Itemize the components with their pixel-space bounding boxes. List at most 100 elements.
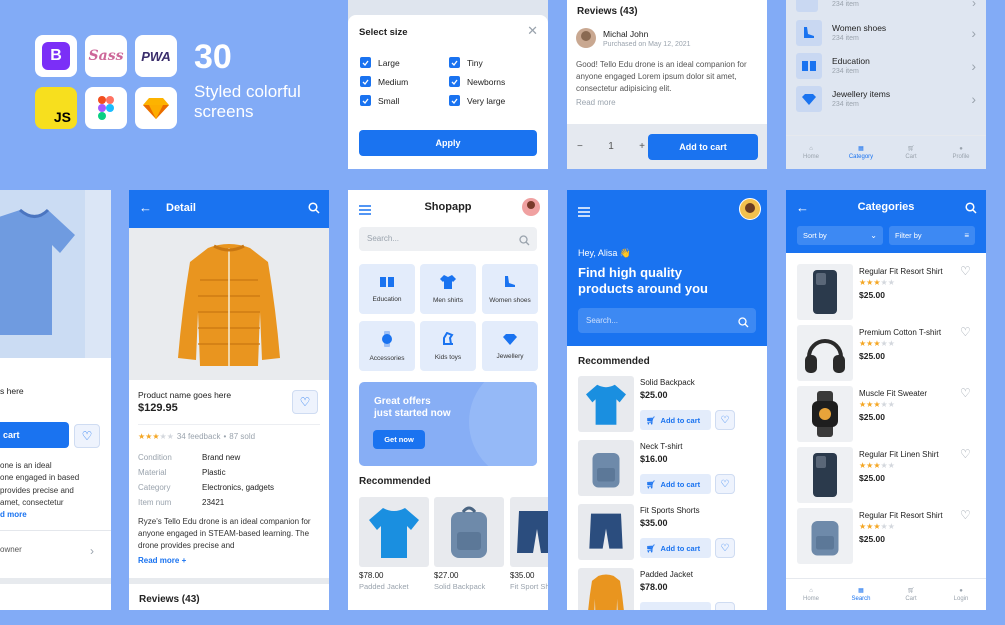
- back-arrow-icon[interactable]: ←: [139, 200, 152, 215]
- category-name: Women shoes: [832, 23, 887, 33]
- checkbox-checked-icon[interactable]: [449, 95, 460, 106]
- wishlist-button[interactable]: ♡: [74, 424, 100, 448]
- menu-icon[interactable]: [578, 204, 590, 222]
- headphones-illustration: [805, 339, 845, 373]
- nav-cart[interactable]: 🛒︎ Cart: [886, 136, 936, 169]
- nav-label: Home: [802, 153, 819, 160]
- shopapp-screen: Shopapp Search... Education Men shirts W…: [348, 190, 548, 610]
- offer-text: Great offers just started now: [374, 396, 451, 420]
- wishlist-button[interactable]: [715, 602, 735, 610]
- nav-home[interactable]: ⌂ Home: [786, 136, 836, 169]
- category-row[interactable]: 234 item ›: [786, 0, 986, 16]
- detail-title: Detail: [166, 202, 196, 214]
- heart-icon[interactable]: ♡: [960, 386, 971, 400]
- list-item[interactable]: Regular Fit Linen Shirt ★★★★★ $25.00 ♡: [786, 447, 986, 505]
- search-icon[interactable]: [308, 201, 320, 219]
- chevron-right-icon[interactable]: ›: [90, 544, 94, 558]
- product-card-image[interactable]: [359, 497, 429, 567]
- heart-icon[interactable]: ♡: [960, 325, 971, 339]
- spec-row: Category Electronics, gadgets: [138, 480, 274, 495]
- book-icon: [796, 53, 822, 79]
- checkbox-checked-icon[interactable]: [360, 57, 371, 68]
- nav-home[interactable]: ⌂ Home: [786, 579, 836, 610]
- size-option[interactable]: Small: [360, 95, 408, 106]
- avatar[interactable]: [739, 198, 761, 220]
- minus-icon[interactable]: −: [577, 141, 583, 152]
- category-count: 234 item: [832, 1, 859, 8]
- nav-category[interactable]: ▦ Category: [836, 136, 886, 169]
- avatar: [576, 28, 596, 48]
- size-option[interactable]: Very large: [449, 95, 505, 106]
- spec-label: Condition: [138, 453, 172, 462]
- add-to-cart-button[interactable]: Add to cart: [648, 134, 758, 160]
- add-to-cart-button[interactable]: 🛒︎ Add to cart: [640, 538, 711, 558]
- sort-dropdown[interactable]: Sort by ⌄: [797, 226, 883, 245]
- backpack-illustration: [592, 453, 620, 488]
- list-item[interactable]: Regular Fit Resort Shirt ★★★★★ $25.00 ♡: [786, 508, 986, 566]
- add-to-cart-button[interactable]: 🛒︎ Add to cart: [640, 474, 711, 494]
- checkbox-checked-icon[interactable]: [360, 76, 371, 87]
- list-item[interactable]: Fit Sports Shorts $35.00 🛒︎ Add to cart ♡: [567, 504, 767, 564]
- category-tile[interactable]: Jewellery: [482, 321, 538, 371]
- size-option[interactable]: Large: [360, 57, 408, 68]
- wishlist-button[interactable]: ♡: [715, 410, 735, 430]
- list-item[interactable]: Regular Fit Resort Shirt ★★★★★ $25.00 ♡: [786, 264, 986, 322]
- product-card-image[interactable]: [510, 497, 548, 567]
- read-more-link[interactable]: d more: [0, 509, 79, 521]
- nav-login[interactable]: ● Login: [936, 579, 986, 610]
- nav-search[interactable]: ▦ Search: [836, 579, 886, 610]
- checkbox-checked-icon[interactable]: [449, 57, 460, 68]
- size-modal-screen: Select size ✕ Large Medium Small Tiny Ne…: [348, 0, 548, 169]
- nav-cart[interactable]: 🛒︎ Cart: [886, 579, 936, 610]
- filter-dropdown[interactable]: Filter by ≡: [889, 226, 975, 245]
- size-option[interactable]: Newborns: [449, 76, 505, 87]
- category-tile[interactable]: Men shirts: [420, 264, 476, 314]
- list-item[interactable]: Padded Jacket $78.00: [567, 568, 767, 610]
- heart-icon: ♡: [720, 542, 730, 554]
- wishlist-button[interactable]: ♡: [715, 538, 735, 558]
- heart-icon[interactable]: ♡: [960, 264, 971, 278]
- list-item[interactable]: Solid Backpack $25.00 🛒︎ Add to cart ♡: [567, 376, 767, 436]
- tshirt-illustration: [586, 384, 626, 425]
- category-tile[interactable]: Education: [359, 264, 415, 314]
- heart-icon[interactable]: ♡: [960, 447, 971, 461]
- plus-icon[interactable]: +: [639, 141, 645, 152]
- quantity-stepper[interactable]: − 1 +: [577, 134, 645, 159]
- add-to-cart-button[interactable]: cart: [0, 422, 69, 448]
- category-row[interactable]: Education 234 item ›: [786, 51, 986, 81]
- category-row[interactable]: Women shoes 234 item ›: [786, 18, 986, 48]
- avatar[interactable]: [522, 198, 540, 216]
- search-input[interactable]: Search...: [359, 227, 537, 251]
- search-icon[interactable]: [965, 201, 977, 219]
- read-more-link[interactable]: Read more +: [138, 556, 186, 565]
- add-to-cart-button[interactable]: [640, 602, 711, 610]
- grid-icon: ▦: [858, 146, 864, 152]
- heart-icon[interactable]: ♡: [960, 508, 971, 522]
- product-partial-screen: s here cart ♡ one is an ideal one engage…: [0, 190, 111, 610]
- search-input[interactable]: Search...: [578, 308, 756, 333]
- category-label: Men shirts: [433, 296, 463, 304]
- list-item[interactable]: Neck T-shirt $16.00 🛒︎ Add to cart ♡: [567, 440, 767, 500]
- size-option[interactable]: Medium: [360, 76, 408, 87]
- offer-banner[interactable]: Great offers just started now Get now: [359, 382, 537, 466]
- checkbox-checked-icon[interactable]: [449, 76, 460, 87]
- list-item[interactable]: Premium Cotton T-shirt ★★★★★ $25.00 ♡: [786, 325, 986, 383]
- product-name: Padded Jacket: [359, 582, 409, 591]
- close-icon[interactable]: ✕: [527, 23, 538, 39]
- product-price: $78.00: [640, 582, 668, 592]
- read-more-link[interactable]: Read more: [576, 98, 616, 107]
- category-tile[interactable]: Women shoes: [482, 264, 538, 314]
- apply-button[interactable]: Apply: [359, 130, 537, 156]
- category-tile[interactable]: Kids toys: [420, 321, 476, 371]
- nav-profile[interactable]: ● Profile: [936, 136, 986, 169]
- size-option[interactable]: Tiny: [449, 57, 505, 68]
- wishlist-button[interactable]: ♡: [715, 474, 735, 494]
- checkbox-checked-icon[interactable]: [360, 95, 371, 106]
- product-card-image[interactable]: [434, 497, 504, 567]
- wishlist-button[interactable]: ♡: [292, 390, 318, 414]
- category-row[interactable]: Jewellery items 234 item ›: [786, 84, 986, 114]
- category-tile[interactable]: Accessories: [359, 321, 415, 371]
- get-now-button[interactable]: Get now: [373, 430, 425, 449]
- add-to-cart-button[interactable]: 🛒︎ Add to cart: [640, 410, 711, 430]
- list-item[interactable]: Muscle Fit Sweater ★★★★★ $25.00 ♡: [786, 386, 986, 444]
